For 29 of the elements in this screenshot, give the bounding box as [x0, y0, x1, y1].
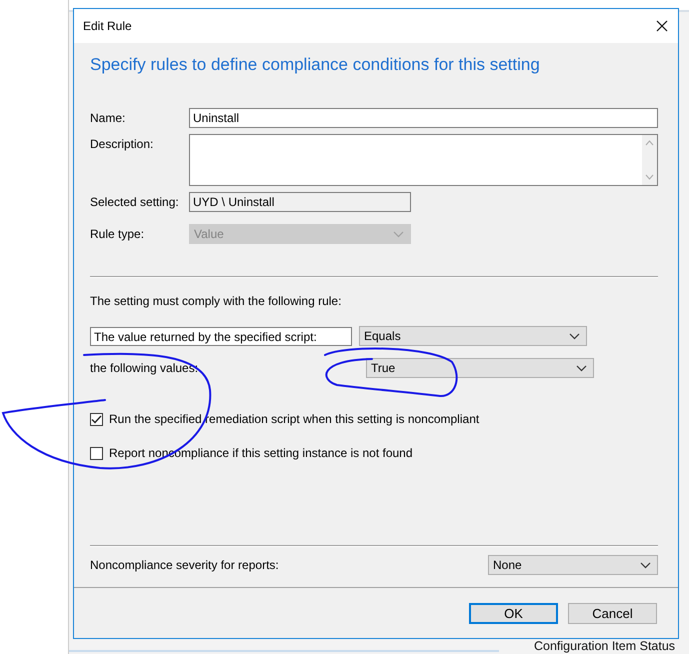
scroll-up-icon [645, 140, 654, 146]
chevron-icon [640, 562, 651, 568]
severity-label: Noncompliance severity for reports: [90, 558, 279, 572]
description-field[interactable] [189, 134, 658, 186]
field-label: Selected setting: [90, 194, 180, 209]
chevron-icon [576, 364, 587, 372]
field-label: Rule type: [90, 226, 146, 241]
chevron-icon [569, 332, 580, 340]
values-label: the following values: [90, 361, 200, 375]
operator-dropdown[interactable]: Equals [359, 326, 587, 346]
scroll-down-icon [645, 174, 654, 180]
rule-intro: The setting must comply with the following rule: [90, 294, 342, 308]
result-dropdown[interactable]: True [366, 358, 594, 378]
field-label: Description: [90, 136, 154, 151]
setting-field: UYD \ Uninstall [189, 192, 411, 212]
field-label: Name: [90, 110, 126, 125]
window-title: Edit Rule [83, 19, 132, 33]
dialog-button[interactable]: OK [469, 602, 558, 624]
checkbox-label: Run the specified remediation script when this setting is noncompliant [109, 412, 480, 426]
dialog-heading: Specify rules to define compliance conditions for this setting [90, 55, 541, 75]
severity-dropdown[interactable]: None [488, 555, 658, 575]
close-icon[interactable] [656, 20, 668, 32]
dialog-button[interactable]: Cancel [568, 602, 657, 624]
checkbox[interactable] [90, 446, 103, 460]
source-field: The value returned by the specified script: [90, 326, 352, 346]
status-text: Configuration Item Status [534, 639, 676, 653]
checkbox[interactable] [90, 412, 103, 426]
chevron-icon [393, 230, 404, 238]
name-field[interactable]: Uninstall [189, 108, 658, 128]
